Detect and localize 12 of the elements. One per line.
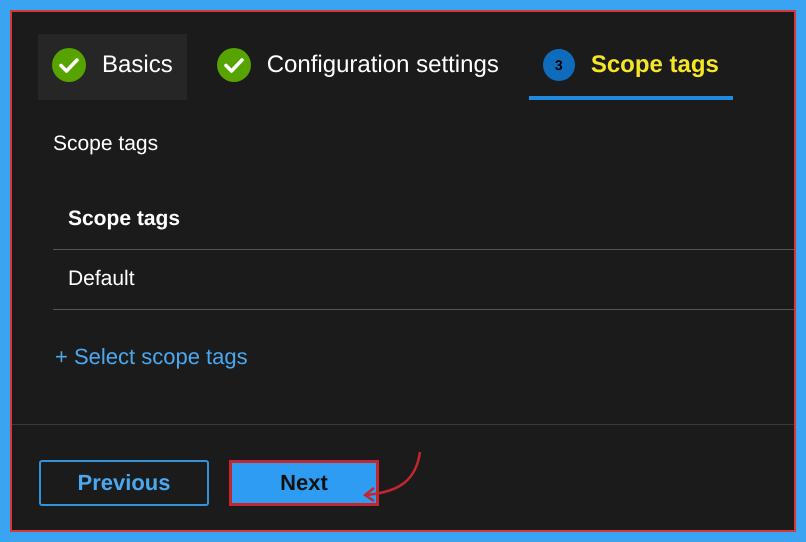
step-number: 3 [542,49,575,81]
previous-button[interactable]: Previous [39,460,209,506]
table-cell: Default [53,250,794,310]
step-tab[interactable]: Configuration settings [202,34,513,100]
section-title: Scope tags [53,131,158,157]
select-scope-tags-link[interactable]: + Select scope tags [55,340,248,372]
step-tab[interactable]: 3 Scope tags [528,34,733,100]
next-button[interactable]: Next [229,460,379,506]
column-header: Scope tags [53,190,794,250]
check-icon [216,48,251,82]
check-icon [52,48,86,82]
step-tab[interactable]: Basics [38,34,187,100]
